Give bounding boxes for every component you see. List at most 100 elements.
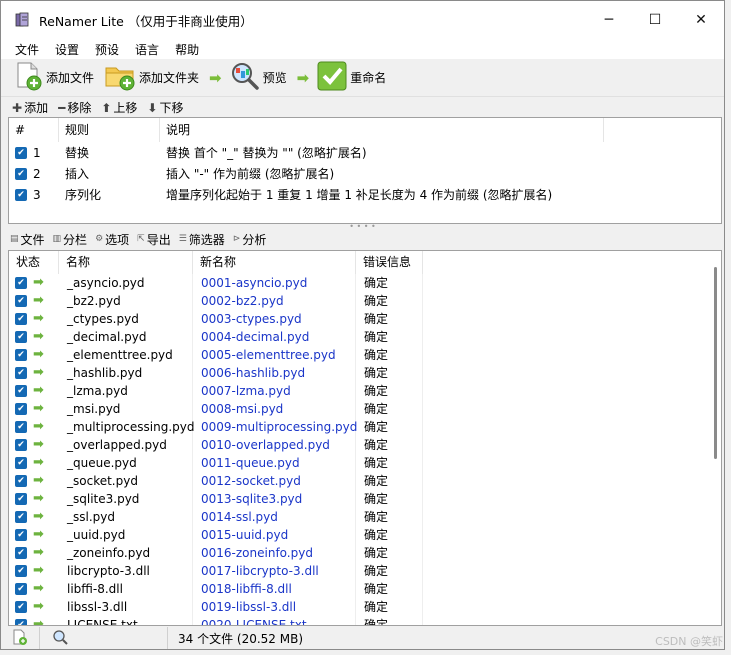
rule-name: 替换 (65, 146, 90, 160)
file-row[interactable]: ✔ ➡ libcrypto-3.dll 0017-libcrypto-3.dll 确定 (9, 562, 721, 580)
file-new-name: 0008-msi.pyd (193, 400, 356, 418)
analyze-menu-button[interactable]: ⊳ 分析 (233, 231, 267, 248)
move-up-label: 上移 (113, 101, 138, 115)
maximize-button[interactable]: ☐ (632, 1, 678, 39)
rules-col-rule[interactable]: 规则 (59, 117, 160, 142)
menu-language[interactable]: 语言 (127, 41, 167, 58)
file-checkbox[interactable]: ✔ (15, 385, 27, 397)
file-row[interactable]: ✔ ➡ _lzma.pyd 0007-lzma.pyd 确定 (9, 382, 721, 400)
file-row[interactable]: ✔ ➡ _uuid.pyd 0015-uuid.pyd 确定 (9, 526, 721, 544)
main-toolbar: 添加文件 添加文件夹 ➡ 预览 ➡ 重命名 (1, 59, 724, 97)
menu-help[interactable]: 帮助 (167, 41, 207, 58)
move-down-button[interactable]: ⬇ 下移 (147, 99, 183, 116)
export-icon: ⇱ (137, 234, 145, 244)
files-header: 状态 名称 新名称 错误信息 (9, 251, 721, 274)
file-checkbox[interactable]: ✔ (15, 421, 27, 433)
file-error: 确定 (356, 544, 423, 562)
file-row[interactable]: ✔ ➡ libssl-3.dll 0019-libssl-3.dll 确定 (9, 598, 721, 616)
file-checkbox[interactable]: ✔ (15, 493, 27, 505)
file-name: LICENSE.txt (59, 616, 193, 625)
menu-presets[interactable]: 预设 (87, 41, 127, 58)
file-state-cell: ✔ ➡ (9, 564, 59, 577)
menu-file[interactable]: 文件 (7, 41, 47, 58)
rule-row[interactable]: ✔ 2 插入 插入 "-" 作为前缀 (忽略扩展名) (9, 163, 721, 184)
file-checkbox[interactable]: ✔ (15, 601, 27, 613)
file-checkbox[interactable]: ✔ (15, 457, 27, 469)
files-menu-button[interactable]: ▤ 文件 (10, 231, 45, 248)
status-bar: 34 个文件 (20.52 MB) (0, 627, 725, 649)
rules-col-description[interactable]: 说明 (160, 117, 604, 142)
file-checkbox[interactable]: ✔ (15, 475, 27, 487)
remove-rule-button[interactable]: ━ 移除 (58, 99, 91, 116)
title-bar: ReNamer Lite （仅用于非商业使用） ─ ☐ ✕ (1, 1, 724, 39)
add-rule-button[interactable]: ✚ 添加 (12, 99, 48, 116)
rule-checkbox[interactable]: ✔ (15, 167, 27, 180)
file-error: 确定 (356, 310, 423, 328)
file-checkbox[interactable]: ✔ (15, 403, 27, 415)
file-row[interactable]: ✔ ➡ _overlapped.pyd 0010-overlapped.pyd 确定 (9, 436, 721, 454)
file-checkbox[interactable]: ✔ (15, 529, 27, 541)
arrow-right-icon: ➡ (33, 491, 44, 506)
file-row[interactable]: ✔ ➡ _decimal.pyd 0004-decimal.pyd 确定 (9, 328, 721, 346)
vertical-scrollbar[interactable] (714, 267, 717, 459)
rules-col-number[interactable]: # (9, 117, 59, 142)
move-up-button[interactable]: ⬆ 上移 (101, 99, 137, 116)
file-row[interactable]: ✔ ➡ _socket.pyd 0012-socket.pyd 确定 (9, 472, 721, 490)
filter-menu-label: 筛选器 (188, 232, 225, 247)
add-files-button[interactable]: 添加文件 (13, 61, 94, 94)
file-row[interactable]: ✔ ➡ LICENSE.txt 0020-LICENSE.txt 确定 (9, 616, 721, 625)
file-checkbox[interactable]: ✔ (15, 619, 27, 625)
files-col-error[interactable]: 错误信息 (356, 251, 423, 274)
rule-checkbox[interactable]: ✔ (15, 188, 27, 201)
file-state-cell: ✔ ➡ (9, 366, 59, 379)
columns-menu-button[interactable]: ▥ 分栏 (53, 231, 88, 248)
file-error: 确定 (356, 382, 423, 400)
file-row[interactable]: ✔ ➡ _sqlite3.pyd 0013-sqlite3.pyd 确定 (9, 490, 721, 508)
file-row[interactable]: ✔ ➡ _ssl.pyd 0014-ssl.pyd 确定 (9, 508, 721, 526)
file-name: _bz2.pyd (59, 292, 193, 310)
app-icon (14, 12, 30, 28)
file-checkbox[interactable]: ✔ (15, 511, 27, 523)
file-checkbox[interactable]: ✔ (15, 295, 27, 307)
file-row[interactable]: ✔ ➡ _bz2.pyd 0002-bz2.pyd 确定 (9, 292, 721, 310)
file-checkbox[interactable]: ✔ (15, 367, 27, 379)
file-row[interactable]: ✔ ➡ _zoneinfo.pyd 0016-zoneinfo.pyd 确定 (9, 544, 721, 562)
add-folders-button[interactable]: 添加文件夹 (104, 61, 199, 94)
files-col-name[interactable]: 名称 (59, 251, 193, 274)
file-row[interactable]: ✔ ➡ _elementtree.pyd 0005-elementtree.pyd 确定 (9, 346, 721, 364)
rule-checkbox[interactable]: ✔ (15, 146, 27, 159)
filter-menu-button[interactable]: ☰ 筛选器 (179, 231, 225, 248)
file-checkbox[interactable]: ✔ (15, 277, 27, 289)
file-name: _sqlite3.pyd (59, 490, 193, 508)
minimize-button[interactable]: ─ (586, 1, 632, 39)
menu-settings[interactable]: 设置 (47, 41, 87, 58)
file-checkbox[interactable]: ✔ (15, 547, 27, 559)
preview-button[interactable]: 预览 (230, 61, 287, 94)
close-button[interactable]: ✕ (678, 1, 724, 39)
file-checkbox[interactable]: ✔ (15, 331, 27, 343)
file-row[interactable]: ✔ ➡ _multiprocessing.pyd 0009-multiprocessi… (9, 418, 721, 436)
file-row[interactable]: ✔ ➡ _msi.pyd 0008-msi.pyd 确定 (9, 400, 721, 418)
rename-button[interactable]: 重命名 (317, 61, 386, 94)
export-menu-button[interactable]: ⇱ 导出 (137, 231, 171, 248)
files-col-new-name[interactable]: 新名称 (193, 251, 356, 274)
rule-row[interactable]: ✔ 1 替换 替换 首个 "_" 替换为 "" (忽略扩展名) (9, 142, 721, 163)
add-files-label: 添加文件 (46, 71, 95, 85)
status-add-button[interactable] (0, 627, 40, 649)
status-preview-button[interactable] (40, 627, 168, 649)
file-checkbox[interactable]: ✔ (15, 313, 27, 325)
file-row[interactable]: ✔ ➡ _queue.pyd 0011-queue.pyd 确定 (9, 454, 721, 472)
file-row[interactable]: ✔ ➡ _ctypes.pyd 0003-ctypes.pyd 确定 (9, 310, 721, 328)
options-menu-button[interactable]: ⚙ 选项 (95, 231, 129, 248)
file-row[interactable]: ✔ ➡ _asyncio.pyd 0001-asyncio.pyd 确定 (9, 274, 721, 292)
file-checkbox[interactable]: ✔ (15, 439, 27, 451)
files-col-state[interactable]: 状态 (9, 251, 59, 274)
file-checkbox[interactable]: ✔ (15, 349, 27, 361)
file-error: 确定 (356, 328, 423, 346)
file-checkbox[interactable]: ✔ (15, 565, 27, 577)
remove-rule-label: 移除 (67, 101, 92, 115)
rule-row[interactable]: ✔ 3 序列化 增量序列化起始于 1 重复 1 增量 1 补足长度为 4 作为前缀 (… (9, 184, 721, 205)
file-row[interactable]: ✔ ➡ _hashlib.pyd 0006-hashlib.pyd 确定 (9, 364, 721, 382)
file-checkbox[interactable]: ✔ (15, 583, 27, 595)
file-row[interactable]: ✔ ➡ libffi-8.dll 0018-libffi-8.dll 确定 (9, 580, 721, 598)
